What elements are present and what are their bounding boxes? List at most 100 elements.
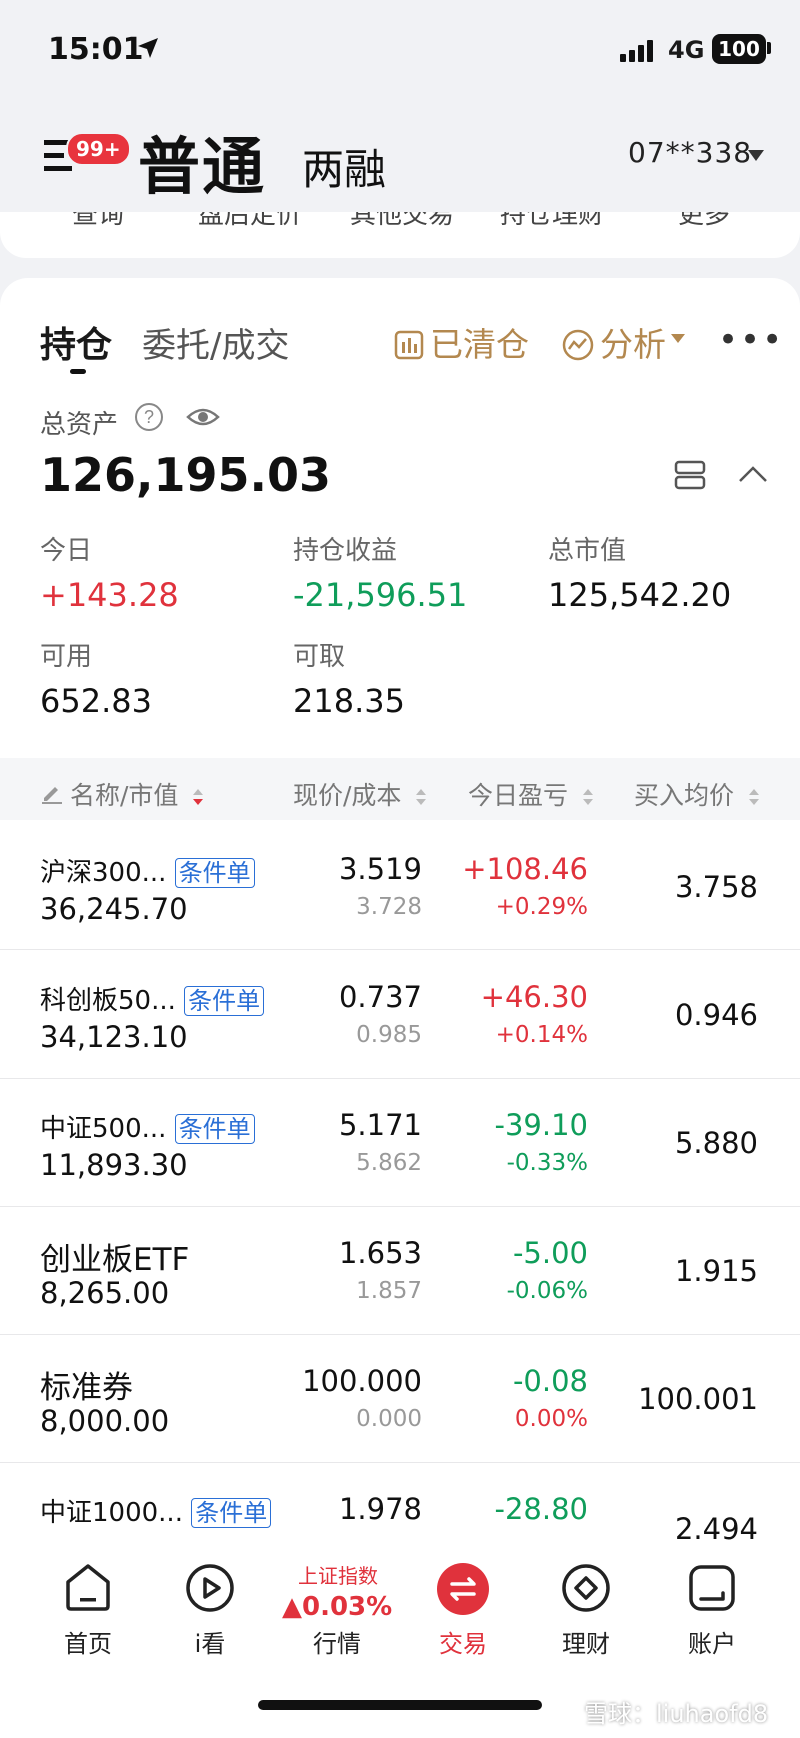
row-today-pl: -39.10 — [494, 1108, 589, 1142]
row-market-value: 8,000.00 — [40, 1404, 170, 1438]
row-name: 创业板ETF — [40, 1242, 190, 1278]
row-today-pct: +0.14% — [495, 1022, 588, 1048]
total-assets-value: 126,195.03 — [40, 448, 332, 502]
message-badge: 99+ — [66, 132, 131, 166]
row-cost: 1.857 — [356, 1278, 422, 1304]
row-today-pl: +46.30 — [480, 980, 588, 1014]
col-today-label: 今日盈亏 — [468, 781, 569, 810]
chevron-down-icon[interactable] — [748, 150, 764, 161]
row-price: 3.519 — [338, 852, 422, 886]
col-avg-buy-price[interactable]: 买入均价 — [634, 776, 760, 812]
row-cost: 3.728 — [356, 894, 422, 920]
index-change[interactable]: ▲0.03% — [282, 1592, 392, 1622]
col-avg-label: 买入均价 — [634, 781, 735, 810]
quick-item-more[interactable]: 更多 — [678, 212, 730, 231]
row-avg-price: 1.915 — [674, 1254, 758, 1288]
nav-wealth[interactable]: 理财 — [536, 1624, 636, 1659]
row-market-value: 34,123.10 — [40, 1020, 188, 1054]
holding-pl-value: -21,596.51 — [293, 576, 468, 614]
signal-icon — [620, 40, 653, 62]
row-market-value: 8,265.00 — [40, 1276, 170, 1310]
network-type: 4G — [668, 36, 705, 64]
nav-ikan[interactable]: i看 — [160, 1624, 260, 1659]
nav-home[interactable]: 首页 — [38, 1624, 138, 1659]
col-price-cost[interactable]: 现价/成本 — [293, 776, 427, 812]
row-today-pct: 0.00% — [514, 1406, 588, 1432]
row-name: 中证1000... 条件单 — [40, 1492, 272, 1529]
available-label: 可用 — [40, 642, 93, 672]
row-today-pl: -28.80 — [494, 1492, 589, 1526]
exchange-icon[interactable] — [436, 1562, 490, 1616]
cleared-label: 已清仓 — [430, 325, 529, 364]
quick-item-query[interactable]: 查询 — [72, 212, 124, 231]
play-circle-icon[interactable] — [184, 1562, 236, 1614]
market-value-value: 125,542.20 — [548, 576, 732, 614]
caret-down-icon[interactable] — [671, 334, 685, 343]
row-avg-price: 3.758 — [674, 870, 758, 904]
row-name: 标准券 — [40, 1370, 133, 1406]
withdrawable-label: 可取 — [293, 642, 346, 672]
home-indicator[interactable] — [258, 1700, 542, 1710]
help-icon[interactable]: ? — [134, 402, 164, 432]
today-pl-value: +143.28 — [40, 576, 179, 614]
available-value: 652.83 — [40, 682, 152, 720]
row-price: 1.978 — [338, 1492, 422, 1526]
quick-menu-card: 查询 盘后定价 其他交易 持仓理财 更多 — [0, 212, 800, 258]
today-pl-label: 今日 — [40, 536, 93, 566]
row-name: 中证500... 条件单 — [40, 1108, 255, 1145]
row-market-value: 36,245.70 — [40, 892, 188, 926]
watermark: 雪球：liuhaofd8 — [584, 1700, 769, 1728]
row-name-text: 科创板50... — [40, 986, 176, 1016]
svg-text:?: ? — [144, 407, 154, 427]
condition-order-tag[interactable]: 条件单 — [174, 1114, 255, 1144]
wealth-icon[interactable] — [560, 1562, 612, 1614]
row-today-pl: +108.46 — [462, 852, 588, 886]
row-today-pct: -0.33% — [506, 1150, 588, 1176]
sort-desc-icon — [193, 789, 204, 805]
location-arrow-icon — [138, 38, 158, 58]
tab-holdings[interactable]: 持仓 — [40, 316, 112, 368]
row-name-text: 中证500... — [40, 1114, 167, 1144]
cleared-positions-button[interactable]: 已清仓 — [394, 318, 529, 366]
total-assets-label: 总资产 — [40, 410, 119, 440]
condition-order-tag[interactable]: 条件单 — [191, 1498, 272, 1528]
nav-market[interactable]: 行情 — [287, 1624, 387, 1659]
account-icon[interactable] — [686, 1562, 738, 1614]
tab-normal-account[interactable]: 普通 — [138, 116, 266, 206]
index-name[interactable]: 上证指数 — [298, 1560, 378, 1589]
market-value-label: 总市值 — [548, 536, 627, 566]
condition-order-tag[interactable]: 条件单 — [174, 858, 255, 888]
row-name-text: 中证1000... — [40, 1498, 183, 1528]
nav-trade[interactable]: 交易 — [413, 1624, 513, 1659]
sort-icon — [582, 789, 593, 805]
col-name-label: 名称/市值 — [70, 781, 179, 810]
list-view-icon[interactable] — [674, 460, 706, 490]
col-name-market-value[interactable]: 名称/市值 — [70, 776, 204, 812]
holding-pl-label: 持仓收益 — [293, 536, 398, 566]
row-avg-price: 0.946 — [674, 998, 758, 1032]
analysis-label: 分析 — [600, 325, 666, 364]
account-selector[interactable]: 07**338 — [628, 136, 752, 169]
bar-chart-icon — [394, 330, 424, 360]
edit-icon[interactable] — [40, 780, 64, 804]
home-icon[interactable] — [62, 1562, 114, 1612]
row-avg-price: 5.880 — [674, 1126, 758, 1160]
col-today-pl[interactable]: 今日盈亏 — [468, 776, 594, 812]
tab-margin-account[interactable]: 两融 — [302, 136, 386, 197]
status-time: 15:01 — [48, 32, 144, 67]
nav-account[interactable]: 账户 — [662, 1624, 762, 1659]
quick-item-holding-wealth[interactable]: 持仓理财 — [500, 212, 604, 231]
more-options-button[interactable]: ••• — [718, 320, 784, 360]
row-today-pct: +0.29% — [495, 894, 588, 920]
eye-icon[interactable] — [186, 404, 220, 430]
row-today-pct: -0.06% — [506, 1278, 588, 1304]
col-price-label: 现价/成本 — [293, 781, 402, 810]
chevron-up-icon[interactable] — [738, 464, 768, 484]
condition-order-tag[interactable]: 条件单 — [184, 986, 265, 1016]
row-cost: 0.985 — [356, 1022, 422, 1048]
analysis-button[interactable]: 分析 — [562, 318, 666, 366]
row-today-pl: -5.00 — [512, 1236, 588, 1270]
quick-item-other-trade[interactable]: 其他交易 — [350, 212, 454, 231]
quick-item-after-hours[interactable]: 盘后定价 — [198, 212, 302, 231]
tab-orders[interactable]: 委托/成交 — [142, 318, 289, 367]
